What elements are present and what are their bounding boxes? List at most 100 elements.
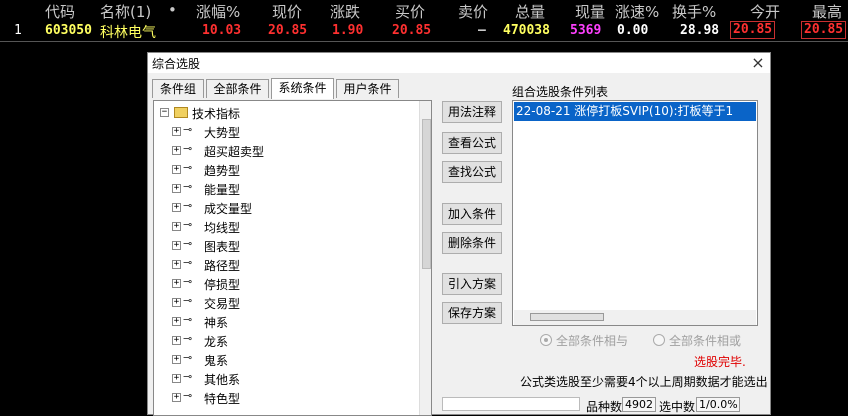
row-price: 20.85 xyxy=(268,23,308,38)
col-bid[interactable]: 买价 xyxy=(395,1,425,22)
add-condition-button[interactable]: 加入条件 xyxy=(442,203,502,225)
folder-icon xyxy=(174,107,188,118)
condition-list-item[interactable]: 22-08-21 涨停打板SVIP(10):打板等于1 xyxy=(514,102,756,121)
col-speed[interactable]: 涨速% xyxy=(615,1,659,22)
expand-icon[interactable]: + xyxy=(172,184,181,193)
row-ask: — xyxy=(478,23,486,38)
tree-node-label: 超买超卖型 xyxy=(204,145,265,159)
col-ask[interactable]: 卖价 xyxy=(458,1,488,22)
dialog-title: 综合选股 xyxy=(152,57,201,71)
status-text: 选股完毕. xyxy=(694,355,746,369)
key-icon: ⊸ xyxy=(183,389,193,402)
radio-on-icon xyxy=(540,334,552,346)
radio-all-and-label: 全部条件相与 xyxy=(556,334,629,348)
tree-node-label: 龙系 xyxy=(204,335,229,349)
row-change-pct: 10.03 xyxy=(202,23,242,38)
key-icon: ⊸ xyxy=(183,313,193,326)
row-high: 20.85 xyxy=(801,21,847,39)
condition-list[interactable]: 22-08-21 涨停打板SVIP(10):打板等于1 xyxy=(512,100,758,326)
expand-icon[interactable]: + xyxy=(172,374,181,383)
row-current-volume: 5369 xyxy=(570,23,602,38)
key-icon: ⊸ xyxy=(183,142,193,155)
col-price[interactable]: 现价 xyxy=(272,1,302,22)
condition-tree[interactable]: − 技术指标 + ⊸ 大势型 + ⊸ 超买超卖型 + ⊸ 趋势型 + ⊸ 能量型 + ⊸ 成交量型 + ⊸ 均线型… xyxy=(153,100,432,416)
key-icon: ⊸ xyxy=(183,199,193,212)
key-icon: ⊸ xyxy=(183,370,193,383)
col-current-volume[interactable]: 现量 xyxy=(575,1,605,22)
quote-row[interactable]: 1 603050 科林电气 10.03 20.85 1.90 20.85 — 4… xyxy=(0,20,848,42)
col-turnover[interactable]: 换手% xyxy=(672,1,716,22)
key-icon: ⊸ xyxy=(183,161,193,174)
radio-off-icon xyxy=(653,334,665,346)
expand-icon[interactable]: + xyxy=(172,241,181,250)
dialog-titlebar[interactable]: 综合选股 × xyxy=(148,53,770,73)
col-volume[interactable]: 总量 xyxy=(515,1,545,22)
row-turnover: 28.98 xyxy=(680,23,720,38)
expand-icon[interactable]: + xyxy=(172,355,181,364)
col-open[interactable]: 今开 xyxy=(750,1,780,22)
tree-root-label: 技术指标 xyxy=(192,107,241,121)
expand-icon[interactable]: + xyxy=(172,203,181,212)
radio-all-and[interactable]: 全部条件相与 xyxy=(540,332,628,349)
key-icon: ⊸ xyxy=(183,237,193,250)
condition-list-hscrollbar[interactable] xyxy=(514,310,756,325)
view-formula-button[interactable]: 查看公式 xyxy=(442,132,502,154)
expand-icon[interactable]: + xyxy=(172,127,181,136)
expand-icon[interactable]: + xyxy=(172,336,181,345)
save-plan-button[interactable]: 保存方案 xyxy=(442,302,502,324)
row-volume: 470038 xyxy=(503,23,550,38)
expand-icon[interactable]: + xyxy=(172,393,181,402)
tree-node-label: 神系 xyxy=(204,316,229,330)
col-change[interactable]: 涨跌 xyxy=(330,1,360,22)
usage-notes-button[interactable]: 用法注释 xyxy=(442,101,502,123)
progress-bar xyxy=(442,397,580,411)
delete-condition-button[interactable]: 删除条件 xyxy=(442,232,502,254)
row-change: 1.90 xyxy=(332,23,364,38)
expand-icon[interactable]: + xyxy=(172,165,181,174)
col-change-pct[interactable]: 涨幅% xyxy=(196,1,240,22)
expand-icon[interactable]: + xyxy=(172,298,181,307)
col-high[interactable]: 最高 xyxy=(812,1,842,22)
row-open: 20.85 xyxy=(730,21,776,39)
expand-icon[interactable]: + xyxy=(172,146,181,155)
expand-icon[interactable]: + xyxy=(172,317,181,326)
key-icon: ⊸ xyxy=(183,351,193,364)
find-formula-button[interactable]: 查找公式 xyxy=(442,161,502,183)
key-icon: ⊸ xyxy=(183,180,193,193)
row-bid: 20.85 xyxy=(392,23,432,38)
tab-condition-group[interactable]: 条件组 xyxy=(152,79,204,98)
tree-scrollbar[interactable] xyxy=(419,101,431,415)
expand-icon[interactable]: + xyxy=(172,222,181,231)
key-icon: ⊸ xyxy=(183,332,193,345)
tree-node-label: 成交量型 xyxy=(204,202,253,216)
col-dot: • xyxy=(168,1,177,19)
row-name: 科林电气 xyxy=(100,25,156,41)
radio-all-or-label: 全部条件相或 xyxy=(669,334,742,348)
radio-all-or[interactable]: 全部条件相或 xyxy=(653,332,741,349)
tree-node-label: 趋势型 xyxy=(204,164,241,178)
tab-user-conditions[interactable]: 用户条件 xyxy=(336,79,399,98)
tree-scroll-thumb[interactable] xyxy=(422,119,431,269)
tree-node-label: 交易型 xyxy=(204,297,241,311)
expand-icon[interactable]: + xyxy=(172,260,181,269)
row-index: 1 xyxy=(14,23,22,38)
import-plan-button[interactable]: 引入方案 xyxy=(442,273,502,295)
tree-node-label: 特色型 xyxy=(204,392,241,406)
col-code[interactable]: 代码 xyxy=(45,1,75,22)
formula-note: 公式类选股至少需要4个以上周期数据才能选出 xyxy=(520,375,768,389)
tree-node-label: 大势型 xyxy=(204,126,241,140)
expand-icon[interactable]: + xyxy=(172,279,181,288)
tree-node-label: 图表型 xyxy=(204,240,241,254)
tab-system-conditions[interactable]: 系统条件 xyxy=(271,78,334,99)
tree-node-label: 停损型 xyxy=(204,278,241,292)
col-name[interactable]: 名称(1) xyxy=(100,1,151,22)
quote-header: 代码 名称(1) • 涨幅% 现价 涨跌 买价 卖价 总量 现量 涨速% 换手%… xyxy=(0,0,848,22)
key-icon: ⊸ xyxy=(183,275,193,288)
collapse-icon[interactable]: − xyxy=(160,108,169,117)
stock-screener-dialog: 综合选股 × 条件组 全部条件 系统条件 用户条件 − 技术指标 + ⊸ 大势型 + ⊸… xyxy=(147,52,771,416)
count-label: 品种数 xyxy=(586,400,623,414)
hscroll-thumb[interactable] xyxy=(530,313,604,321)
count-value: 4902 xyxy=(622,397,656,412)
tab-all-conditions[interactable]: 全部条件 xyxy=(206,79,269,98)
close-icon[interactable]: × xyxy=(750,53,766,72)
